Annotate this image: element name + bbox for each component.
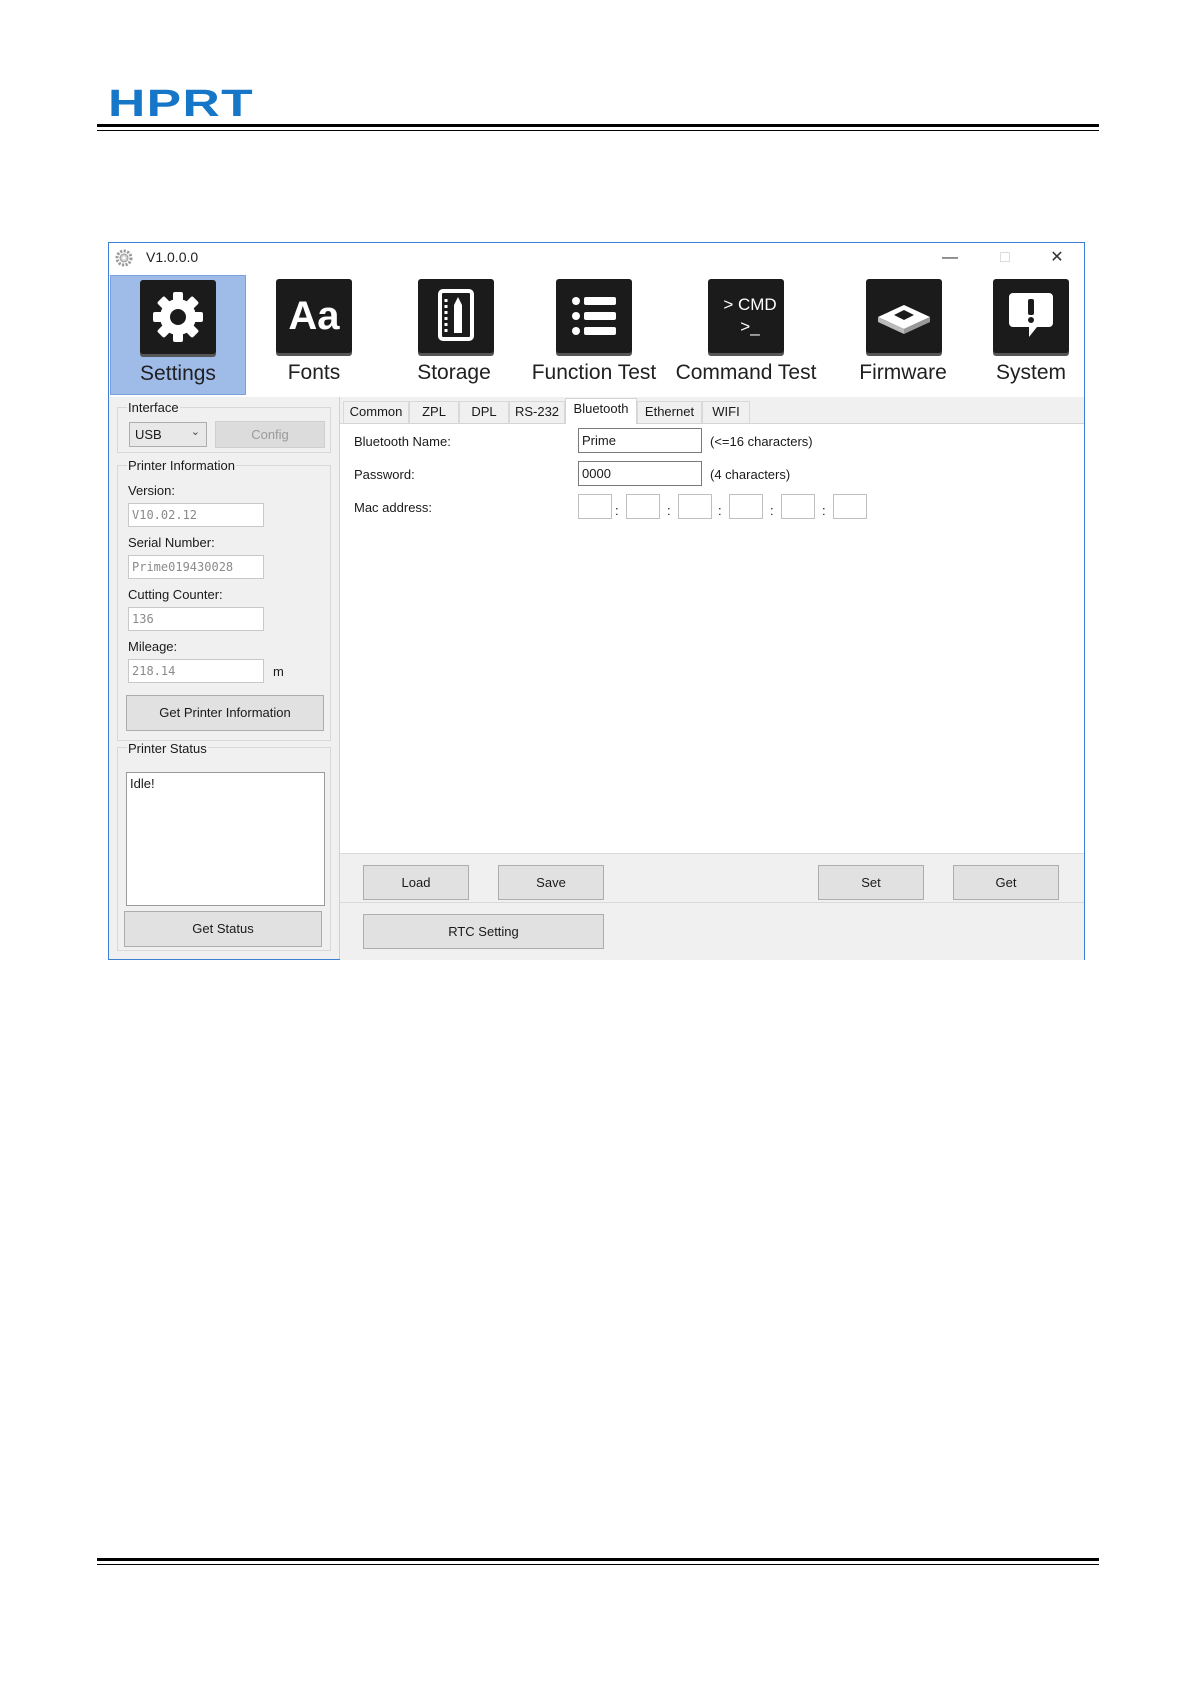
toolbar-storage[interactable]: Storage: [389, 275, 519, 395]
get-status-button[interactable]: Get Status: [124, 911, 322, 947]
interface-label: Interface: [127, 400, 180, 415]
title-bar: V1.0.0.0 — □ ✕: [109, 243, 1084, 273]
tab-rs232[interactable]: RS-232: [509, 401, 565, 423]
save-button[interactable]: Save: [498, 865, 604, 900]
printer-status-box[interactable]: Idle!: [126, 772, 325, 906]
bluetooth-name-label: Bluetooth Name:: [354, 434, 451, 449]
maximize-button[interactable]: □: [979, 243, 1031, 273]
storage-icon: [418, 279, 494, 353]
tab-common[interactable]: Common: [343, 401, 409, 423]
app-window: V1.0.0.0 — □ ✕ Settings Aa Fonts Storage…: [108, 242, 1085, 960]
mac-octet-5[interactable]: [781, 494, 815, 519]
cutting-label: Cutting Counter:: [128, 587, 223, 602]
mac-octet-4[interactable]: [729, 494, 763, 519]
toolbar-label: Firmware: [859, 361, 947, 384]
chip-icon: [866, 279, 942, 353]
bluetooth-name-input[interactable]: Prime: [578, 428, 702, 453]
close-button[interactable]: ✕: [1031, 243, 1083, 273]
mileage-field[interactable]: 218.14: [128, 659, 264, 683]
mac-separator: :: [718, 503, 722, 518]
mac-octet-2[interactable]: [626, 494, 660, 519]
toolbar-label: Function Test: [531, 361, 657, 384]
cutting-field[interactable]: 136: [128, 607, 264, 631]
tab-zpl[interactable]: ZPL: [409, 401, 459, 423]
tab-dpl[interactable]: DPL: [459, 401, 509, 423]
printer-info-label: Printer Information: [127, 458, 236, 473]
rtc-setting-button[interactable]: RTC Setting: [363, 914, 604, 949]
mileage-label: Mileage:: [128, 639, 178, 654]
toolbar-label: Command Test: [675, 361, 817, 384]
toolbar-label: System: [995, 361, 1066, 384]
mac-separator: :: [822, 503, 826, 518]
load-button[interactable]: Load: [363, 865, 469, 900]
mac-separator: :: [667, 503, 671, 518]
mac-octet-3[interactable]: [678, 494, 712, 519]
settings-panel: Common ZPL DPL RS-232 Bluetooth Ethernet…: [340, 397, 1084, 960]
svg-text:HPRT: HPRT: [108, 86, 254, 120]
tab-bluetooth[interactable]: Bluetooth: [565, 398, 637, 424]
interface-select[interactable]: USB ⌄: [129, 422, 207, 447]
password-label: Password:: [354, 467, 415, 482]
footer-rule-thick: [97, 1558, 1099, 1561]
mac-octet-1[interactable]: [578, 494, 612, 519]
hprt-logo: HPRT: [108, 86, 254, 120]
password-hint: (4 characters): [710, 467, 791, 482]
mac-separator: :: [770, 503, 774, 518]
terminal-icon: > CMD >_: [708, 279, 784, 353]
toolbar-label: Storage: [417, 361, 491, 384]
alert-icon: [993, 279, 1069, 353]
bluetooth-name-hint: (<=16 characters): [710, 434, 813, 449]
chevron-down-icon: ⌄: [190, 426, 200, 438]
printer-status-label: Printer Status: [127, 741, 208, 756]
toolbar-firmware[interactable]: Firmware: [833, 275, 973, 395]
header-rule-thick: [97, 124, 1099, 127]
toolbar-label: Settings: [140, 362, 216, 385]
password-input[interactable]: 0000: [578, 461, 702, 486]
toolbar-label: Fonts: [287, 361, 341, 384]
left-panel: Interface USB ⌄ Config Printer Informati…: [109, 397, 340, 959]
app-gear-icon: [115, 249, 133, 267]
gear-icon: [140, 280, 216, 354]
interface-value: USB: [135, 427, 162, 442]
toolbar-command-test[interactable]: > CMD >_ Command Test: [671, 275, 821, 395]
terminal-icon-line1: > CMD: [723, 295, 777, 314]
mac-octet-6[interactable]: [833, 494, 867, 519]
version-field[interactable]: V10.02.12: [128, 503, 264, 527]
get-printer-info-button[interactable]: Get Printer Information: [126, 695, 324, 731]
toolbar-system[interactable]: System: [979, 275, 1083, 395]
mileage-unit: m: [273, 664, 284, 679]
minimize-button[interactable]: —: [924, 243, 976, 273]
mac-separator: :: [615, 503, 619, 518]
mac-address-label: Mac address:: [354, 500, 433, 515]
font-icon: Aa: [276, 279, 352, 353]
tab-wifi[interactable]: WIFI: [702, 401, 750, 423]
toolbar-settings[interactable]: Settings: [110, 275, 246, 395]
serial-label: Serial Number:: [128, 535, 215, 550]
toolbar-fonts[interactable]: Aa Fonts: [249, 275, 379, 395]
set-button[interactable]: Set: [818, 865, 924, 900]
serial-field[interactable]: Prime019430028: [128, 555, 264, 579]
tab-bar: Common ZPL DPL RS-232 Bluetooth Ethernet…: [340, 397, 1084, 424]
tab-ethernet[interactable]: Ethernet: [637, 401, 702, 423]
header-rule-thin: [97, 130, 1099, 131]
window-title: V1.0.0.0: [146, 249, 199, 265]
terminal-icon-line2: >_: [740, 317, 760, 336]
font-icon-glyph: Aa: [288, 294, 340, 338]
footer-rule-thin: [97, 1564, 1099, 1565]
toolbar-function-test[interactable]: Function Test: [524, 275, 664, 395]
main-toolbar: Settings Aa Fonts Storage Function Test …: [109, 273, 1084, 397]
version-label: Version:: [128, 483, 175, 498]
list-icon: [556, 279, 632, 353]
config-button[interactable]: Config: [215, 421, 325, 448]
action-bar: Load Save Set Get RTC Setting: [340, 853, 1084, 960]
action-bar-divider: [340, 902, 1084, 903]
get-button[interactable]: Get: [953, 865, 1059, 900]
